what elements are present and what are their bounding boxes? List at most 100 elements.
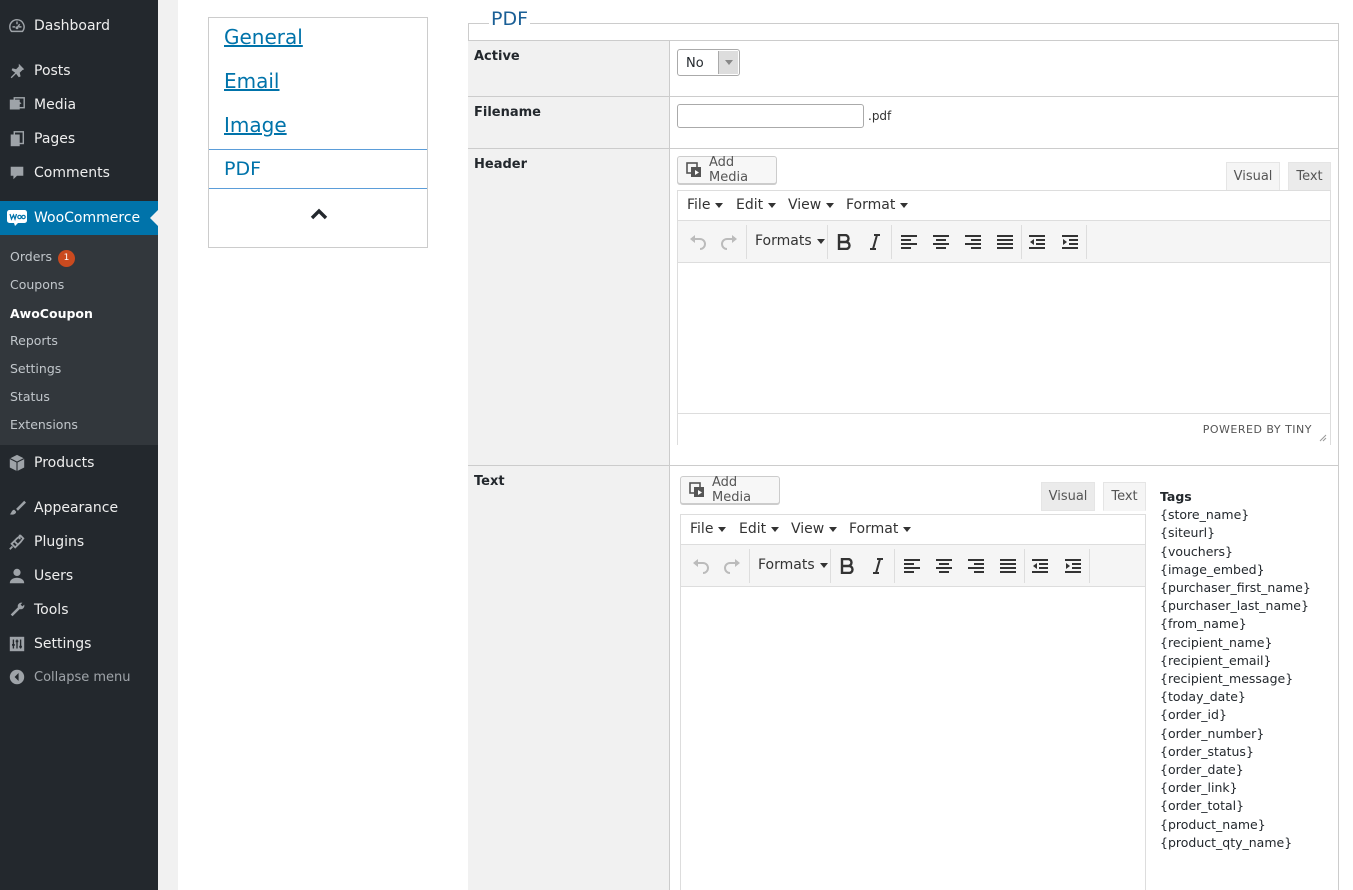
menu-users[interactable]: Users xyxy=(0,559,158,593)
undo-icon[interactable] xyxy=(689,554,713,578)
menu-view-label: View xyxy=(791,521,825,537)
outdent-icon[interactable] xyxy=(1025,230,1049,254)
undo-icon[interactable] xyxy=(686,230,710,254)
text-tab-text[interactable]: Text xyxy=(1103,482,1146,511)
nav-link-general[interactable]: General xyxy=(224,25,303,49)
menu-format[interactable]: Format xyxy=(846,197,909,213)
redo-icon[interactable] xyxy=(717,230,741,254)
toolbar-separator xyxy=(891,225,892,259)
submenu-status[interactable]: Status xyxy=(10,389,50,404)
menu-products[interactable]: Products xyxy=(0,446,158,480)
submenu-reports[interactable]: Reports xyxy=(10,333,58,348)
tag-item: {from_name} xyxy=(1160,616,1247,632)
nav-link-pdf[interactable]: PDF xyxy=(209,149,427,189)
add-media-icon xyxy=(686,162,704,178)
formats-dropdown[interactable]: Formats xyxy=(758,557,828,573)
menu-label: Media xyxy=(34,97,77,113)
align-left-icon[interactable] xyxy=(897,230,921,254)
align-right-icon[interactable] xyxy=(964,554,988,578)
align-right-icon[interactable] xyxy=(961,230,985,254)
toolbar-separator xyxy=(1089,549,1090,583)
menu-view[interactable]: View xyxy=(788,197,835,213)
bold-icon[interactable] xyxy=(835,554,859,578)
active-select[interactable]: No xyxy=(677,49,740,76)
menu-label: Users xyxy=(34,568,74,584)
align-justify-icon[interactable] xyxy=(996,554,1020,578)
caret-down-icon xyxy=(903,526,912,532)
menu-media[interactable]: Media xyxy=(0,88,158,122)
header-tab-text[interactable]: Text xyxy=(1288,162,1331,191)
submenu-orders[interactable]: Orders 1 xyxy=(10,249,76,267)
text-editor: File Edit View Format Formats xyxy=(680,514,1146,890)
resize-grip-icon[interactable] xyxy=(1319,434,1327,442)
header-editor-content[interactable] xyxy=(678,264,1330,413)
submenu-coupons[interactable]: Coupons xyxy=(10,277,64,292)
menu-posts[interactable]: Posts xyxy=(0,54,158,88)
menu-file[interactable]: File xyxy=(687,197,724,213)
outdent-icon[interactable] xyxy=(1028,554,1052,578)
menu-view[interactable]: View xyxy=(791,521,838,537)
italic-icon[interactable] xyxy=(866,554,890,578)
nav-link-email[interactable]: Email xyxy=(224,69,280,93)
woocommerce-submenu: Orders 1 Coupons AwoCoupon Reports Settin… xyxy=(0,235,158,445)
menu-file[interactable]: File xyxy=(690,521,727,537)
menu-appearance[interactable]: Appearance xyxy=(0,491,158,525)
tag-item: {order_total} xyxy=(1160,798,1245,814)
collapse-menu-button[interactable]: Collapse menu xyxy=(0,660,158,694)
chevron-up-icon[interactable] xyxy=(309,204,329,224)
tag-item: {product_name} xyxy=(1160,816,1266,832)
comment-icon xyxy=(7,163,27,183)
formats-dropdown[interactable]: Formats xyxy=(755,233,825,249)
menu-edit-label: Edit xyxy=(736,197,764,213)
align-left-icon[interactable] xyxy=(900,554,924,578)
submenu-awocoupon[interactable]: AwoCoupon xyxy=(10,306,93,321)
menu-edit[interactable]: Edit xyxy=(739,521,780,537)
filename-input[interactable] xyxy=(677,104,864,128)
header-add-media-button[interactable]: Add Media xyxy=(677,155,777,185)
caret-down-icon xyxy=(715,202,724,208)
italic-icon[interactable] xyxy=(863,230,887,254)
tag-item: {siteurl} xyxy=(1160,525,1216,541)
collapse-arrow-icon xyxy=(7,667,27,687)
woo-icon xyxy=(7,208,27,228)
menu-woocommerce[interactable]: WooCommerce xyxy=(0,201,158,235)
add-media-icon xyxy=(689,482,707,498)
menu-label: Products xyxy=(34,455,95,471)
menu-plugins[interactable]: Plugins xyxy=(0,525,158,559)
menu-pages[interactable]: Pages xyxy=(0,122,158,156)
menu-dashboard[interactable]: Dashboard xyxy=(0,9,158,43)
caret-down-icon xyxy=(819,562,828,568)
redo-icon[interactable] xyxy=(720,554,744,578)
menu-tools[interactable]: Tools xyxy=(0,593,158,627)
caret-down-icon xyxy=(829,526,838,532)
menu-label: Settings xyxy=(34,636,92,652)
text-label: Text xyxy=(468,466,670,890)
nav-link-image[interactable]: Image xyxy=(224,113,287,137)
toolbar-separator xyxy=(1024,549,1025,583)
align-center-icon[interactable] xyxy=(929,230,953,254)
indent-icon[interactable] xyxy=(1061,554,1085,578)
tag-item: {recipient_name} xyxy=(1160,634,1273,650)
formats-label: Formats xyxy=(755,233,812,249)
text-tab-visual[interactable]: Visual xyxy=(1041,482,1095,511)
submenu-extensions[interactable]: Extensions xyxy=(10,417,78,432)
plugin-icon xyxy=(7,532,27,552)
bold-icon[interactable] xyxy=(832,230,856,254)
wrench-icon xyxy=(7,600,27,620)
menu-format[interactable]: Format xyxy=(849,521,912,537)
tags-title: Tags xyxy=(1160,489,1192,504)
caret-down-icon xyxy=(826,202,835,208)
menu-comments[interactable]: Comments xyxy=(0,156,158,190)
chevron-down-icon xyxy=(718,51,738,74)
submenu-settings[interactable]: Settings xyxy=(10,361,61,376)
menu-settings[interactable]: Settings xyxy=(0,627,158,661)
toolbar-separator xyxy=(830,549,831,583)
align-center-icon[interactable] xyxy=(932,554,956,578)
menu-edit[interactable]: Edit xyxy=(736,197,777,213)
text-editor-content[interactable] xyxy=(681,588,1145,888)
text-add-media-button[interactable]: Add Media xyxy=(680,475,780,505)
indent-icon[interactable] xyxy=(1058,230,1082,254)
header-tab-visual[interactable]: Visual xyxy=(1226,162,1280,191)
admin-sidebar: Dashboard Posts Media Pages Comments Woo… xyxy=(0,0,158,890)
align-justify-icon[interactable] xyxy=(993,230,1017,254)
